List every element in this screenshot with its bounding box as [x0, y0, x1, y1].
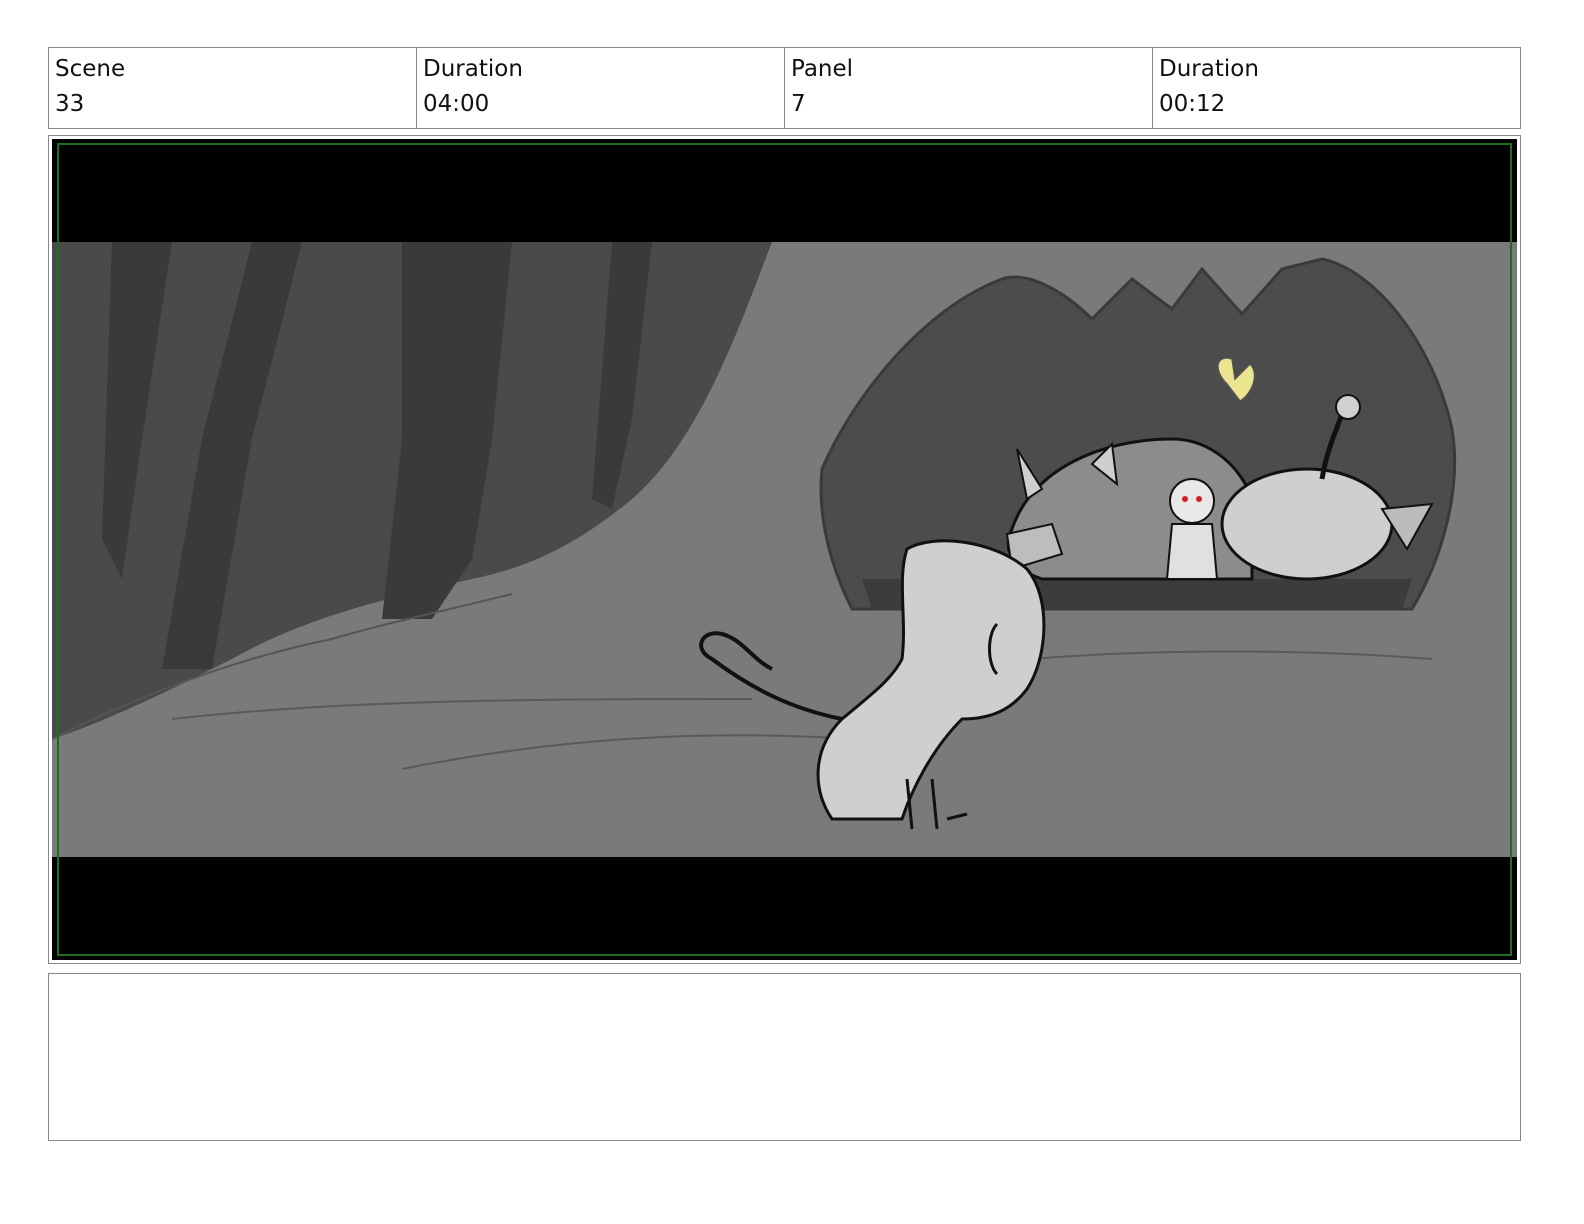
- child-body: [1165, 523, 1219, 580]
- storyboard-panel-frame: [48, 135, 1521, 964]
- scene-value: 33: [55, 91, 85, 117]
- panel-duration-value: 00:12: [1159, 91, 1226, 117]
- panel-duration-cell: Duration 00:12: [1153, 48, 1520, 128]
- scene-label: Scene: [55, 56, 126, 82]
- child-eye: [1196, 496, 1202, 502]
- letterbox-bottom: [52, 857, 1517, 960]
- scene-duration-cell: Duration 04:00: [417, 48, 785, 128]
- panel-info-header: Scene 33 Duration 04:00 Panel 7 Duration…: [48, 47, 1521, 129]
- storyboard-sketch-image: [52, 139, 1517, 960]
- goose-head: [1335, 394, 1361, 420]
- panel-label: Panel: [791, 56, 854, 82]
- notes-box[interactable]: [48, 973, 1521, 1141]
- panel-value: 7: [791, 91, 806, 117]
- letterbox-top: [52, 139, 1517, 242]
- scene-duration-value: 04:00: [423, 91, 490, 117]
- scene-duration-label: Duration: [423, 56, 523, 82]
- child-eye: [1182, 496, 1188, 502]
- panel-duration-label: Duration: [1159, 56, 1259, 82]
- scene-cell: Scene 33: [49, 48, 417, 128]
- panel-cell: Panel 7: [785, 48, 1153, 128]
- small-child: [1169, 478, 1215, 524]
- sleeping-goose: [1220, 467, 1394, 581]
